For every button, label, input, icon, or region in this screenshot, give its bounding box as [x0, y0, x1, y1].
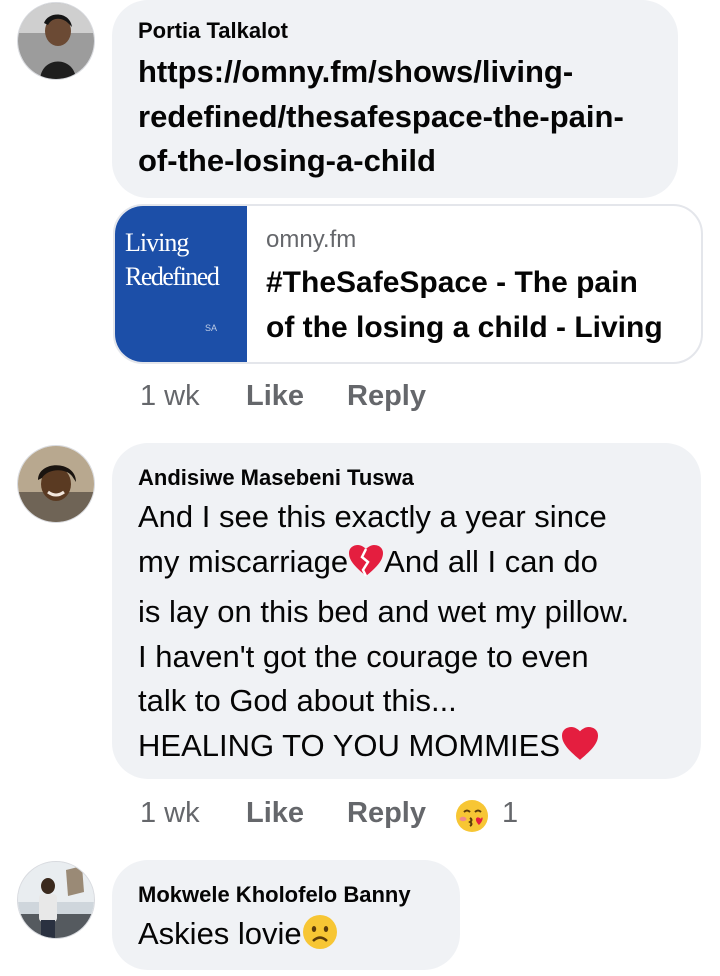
comment-link-line[interactable]: redefined/thesafespace-the-pain- — [138, 95, 624, 140]
comment-bubble: Portia Talkalot https://omny.fm/shows/li… — [112, 0, 678, 198]
comment-author[interactable]: Portia Talkalot — [138, 18, 288, 44]
comment-text-line: And I see this exactly a year since — [138, 499, 607, 534]
link-preview-title-line: #TheSafeSpace - The pain — [266, 266, 638, 299]
reply-button[interactable]: Reply — [347, 380, 426, 413]
comment-author[interactable]: Mokwele Kholofelo Banny — [138, 882, 411, 908]
link-preview-title-line: of the losing a child - Living — [266, 311, 663, 344]
comment-text-line: is lay on this bed and wet my pillow. — [138, 594, 630, 629]
comment-text-fragment: And all I can do — [384, 543, 598, 579]
comment-text-fragment: HEALING TO YOU MOMMIES — [138, 727, 561, 763]
link-preview-domain: omny.fm — [266, 226, 357, 253]
reply-button[interactable]: Reply — [347, 797, 426, 830]
comment-bubble: Andisiwe Masebeni Tuswa And I see this e… — [112, 443, 701, 779]
link-preview-title: #TheSafeSpace - The pain of the losing a… — [266, 260, 663, 350]
link-preview-thumbnail: Living Redefined SA — [115, 206, 247, 362]
comment-text-line: my miscarriage And all I can do — [138, 540, 629, 591]
kissing-face-icon[interactable] — [455, 799, 489, 841]
avatar[interactable] — [17, 2, 95, 80]
comment-text-line: talk to God about this... — [138, 683, 457, 718]
broken-heart-icon — [348, 544, 384, 591]
comment-link-line[interactable]: https://omny.fm/shows/living- — [138, 50, 624, 95]
comment-bubble: Mokwele Kholofelo Banny Askies lovie — [112, 860, 460, 970]
red-heart-icon — [560, 726, 600, 775]
frowning-face-icon — [302, 914, 338, 963]
comment-text-line: I haven't got the courage to even — [138, 638, 589, 674]
avatar-photo-mokwele — [18, 862, 94, 938]
reaction-count[interactable]: 1 — [502, 797, 518, 830]
avatar-photo-andisiwe — [18, 446, 94, 522]
thumbnail-title-line: Living — [125, 228, 189, 257]
avatar-photo-portia — [18, 3, 94, 79]
avatar[interactable] — [17, 861, 95, 939]
thumbnail-badge: SA — [205, 323, 218, 333]
comment-timestamp[interactable]: 1 wk — [140, 797, 200, 830]
avatar[interactable] — [17, 445, 95, 523]
like-button[interactable]: Like — [246, 380, 304, 413]
comment-text: Askies lovie — [138, 912, 338, 963]
comment-link-line[interactable]: of-the-losing-a-child — [138, 139, 624, 184]
link-preview-card[interactable]: Living Redefined SA omny.fm #TheSafeSpac… — [113, 204, 703, 364]
thumbnail-title-line: Redefined — [125, 262, 220, 291]
comment-link[interactable]: https://omny.fm/shows/living- redefined/… — [138, 50, 624, 184]
comment-text: And I see this exactly a year since my m… — [138, 495, 629, 774]
comment-author[interactable]: Andisiwe Masebeni Tuswa — [138, 465, 414, 491]
comment-text-fragment: my miscarriage — [138, 543, 349, 579]
comment-text-fragment: Askies lovie — [138, 916, 302, 951]
comment-timestamp[interactable]: 1 wk — [140, 380, 200, 413]
like-button[interactable]: Like — [246, 797, 304, 830]
comment-text-line: HEALING TO YOU MOMMIES — [138, 724, 629, 775]
